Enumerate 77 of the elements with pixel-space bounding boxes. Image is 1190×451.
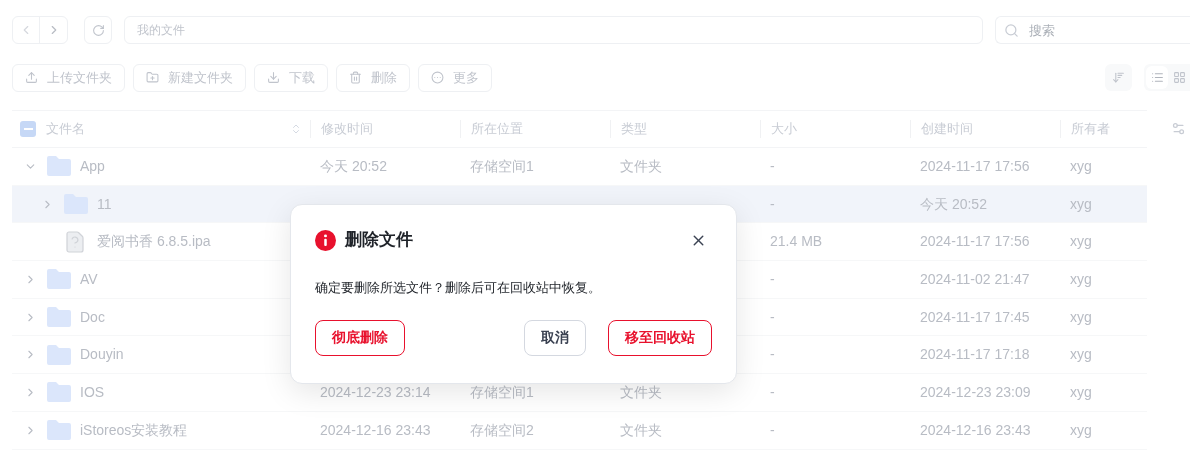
refresh-button[interactable] [84,16,112,44]
file-name: 爱阅书香 6.8.5.ipa [97,232,211,252]
modified-time: 今天 20:52 [320,157,387,174]
modified-time: 2024-12-23 23:14 [320,383,431,400]
delete-button[interactable]: 移至回收站 [608,319,712,356]
grid-icon [1172,71,1186,84]
type-text: 文件夹 [620,421,662,438]
owner-text: xyg [1070,233,1092,250]
delete-button[interactable]: 彻底删除 [315,319,405,356]
toolbar-button[interactable]: 更多 [418,63,492,92]
created-time: 2024-12-23 23:09 [920,383,1031,400]
owner-text: xyg [1070,157,1092,174]
location-text: 存储空间1 [470,383,534,400]
created-time: 2024-11-17 17:56 [920,157,1030,174]
select-all-checkbox[interactable] [20,121,36,137]
owner-text: xyg [1070,195,1092,212]
file-name: IOS [80,382,105,402]
folder-icon [46,306,72,329]
toolbar-button[interactable]: 新建文件夹 [133,63,246,92]
sort-button[interactable] [1105,64,1132,91]
toolbar-button[interactable]: 删除 [336,63,410,92]
created-time: 2024-11-02 21:47 [920,270,1030,287]
owner-text: xyg [1070,270,1092,287]
toolbar-button[interactable]: 下载 [254,63,328,92]
created-time: 今天 20:52 [920,195,987,212]
folder-icon [46,343,72,366]
folder-icon [46,381,72,404]
owner-text: xyg [1070,308,1092,325]
folder-icon [46,268,72,291]
created-time: 2024-11-17 17:45 [920,308,1030,325]
search-field[interactable]: 搜索 [995,16,1190,44]
view-toggle[interactable] [1146,66,1168,89]
folder-icon [46,419,72,442]
dialog-title: 删除文件 [345,229,413,252]
location-text: 存储空间2 [470,421,534,438]
owner-text: xyg [1070,383,1092,400]
size-text: - [770,270,775,287]
size-text: - [770,346,775,363]
file-name: Doc [80,307,105,327]
upload-icon [25,71,38,84]
modified-time: 2024-12-16 23:43 [320,421,431,438]
sort-icon [290,123,302,135]
size-text: - [770,421,775,438]
file-name: AV [80,269,98,289]
size-text: - [770,195,775,212]
file-name: 11 [97,194,112,214]
sort-icon [1112,71,1125,84]
file-name: Douyin [80,345,124,365]
created-time: 2024-11-17 17:56 [920,233,1030,250]
dialog-message: 确定要删除所选文件？删除后可在回收站中恢复。 [315,279,602,297]
cancel-button[interactable]: 取消 [524,319,586,356]
file-icon [63,229,87,254]
owner-text: xyg [1070,421,1092,438]
folder-plus-icon [146,71,159,84]
refresh-icon [91,23,105,37]
created-time: 2024-11-17 17:18 [920,346,1030,363]
size-text: 21.4 MB [770,233,823,250]
size-text: - [770,308,775,325]
download-icon [267,71,280,84]
type-text: 文件夹 [620,383,662,400]
type-text: 文件夹 [620,157,662,174]
size-text: - [770,383,775,400]
trash-icon [349,71,362,84]
file-name: App [80,156,105,176]
file-name: iStoreos安装教程 [80,420,188,440]
search-icon [1004,23,1019,38]
info-icon [315,229,336,251]
path-field[interactable]: 我的文件 [124,16,983,44]
created-time: 2024-12-16 23:43 [920,421,1031,438]
folder-icon [46,155,72,178]
toolbar-button[interactable]: 上传文件夹 [12,63,125,92]
location-text: 存储空间1 [470,157,534,174]
size-text: - [770,157,775,174]
owner-text: xyg [1070,346,1092,363]
list-icon [1150,71,1164,84]
ellipsis-icon [431,71,444,84]
column-settings-icon[interactable] [1171,121,1186,136]
